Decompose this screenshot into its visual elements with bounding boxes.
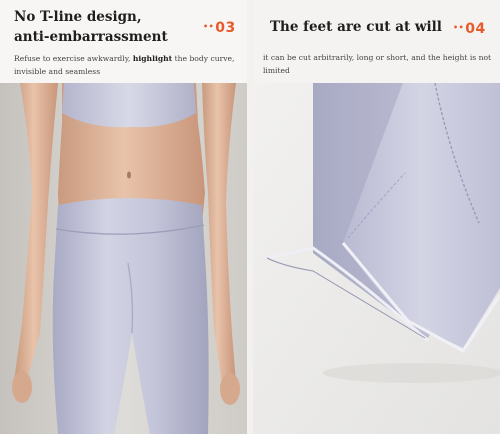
product-photo-cut-hem (253, 83, 500, 434)
panel-number-badge: ••03 (203, 20, 236, 36)
panel-title-line1: No T-line design, (14, 9, 142, 25)
panel-title: The feet are cut at will (270, 19, 442, 35)
desc-text-1: Refuse to exercise awkwardly, (14, 54, 133, 63)
badge-number: 04 (465, 21, 486, 37)
panel-title-line2: anti-embarrassment (14, 29, 168, 45)
desc-highlight: highlight (132, 54, 173, 63)
panel-description: Refuse to exercise awkwardly, highlight … (14, 53, 240, 78)
badge-number: 03 (215, 20, 236, 36)
feature-panel-no-t-line: No T-line design, anti-embarrassment ••0… (0, 0, 247, 434)
badge-dots: •• (203, 22, 215, 31)
leggings-model-illustration (0, 83, 247, 434)
feature-panel-feet-cut: The feet are cut at will ••04 it can be … (253, 0, 500, 434)
panel-description: it can be cut arbitrarily, long or short… (263, 53, 492, 75)
product-photo-leggings-model (0, 83, 247, 434)
panel-number-badge: ••04 (453, 21, 486, 37)
cut-hem-fabric-illustration (253, 83, 500, 434)
badge-dots: •• (453, 23, 465, 32)
